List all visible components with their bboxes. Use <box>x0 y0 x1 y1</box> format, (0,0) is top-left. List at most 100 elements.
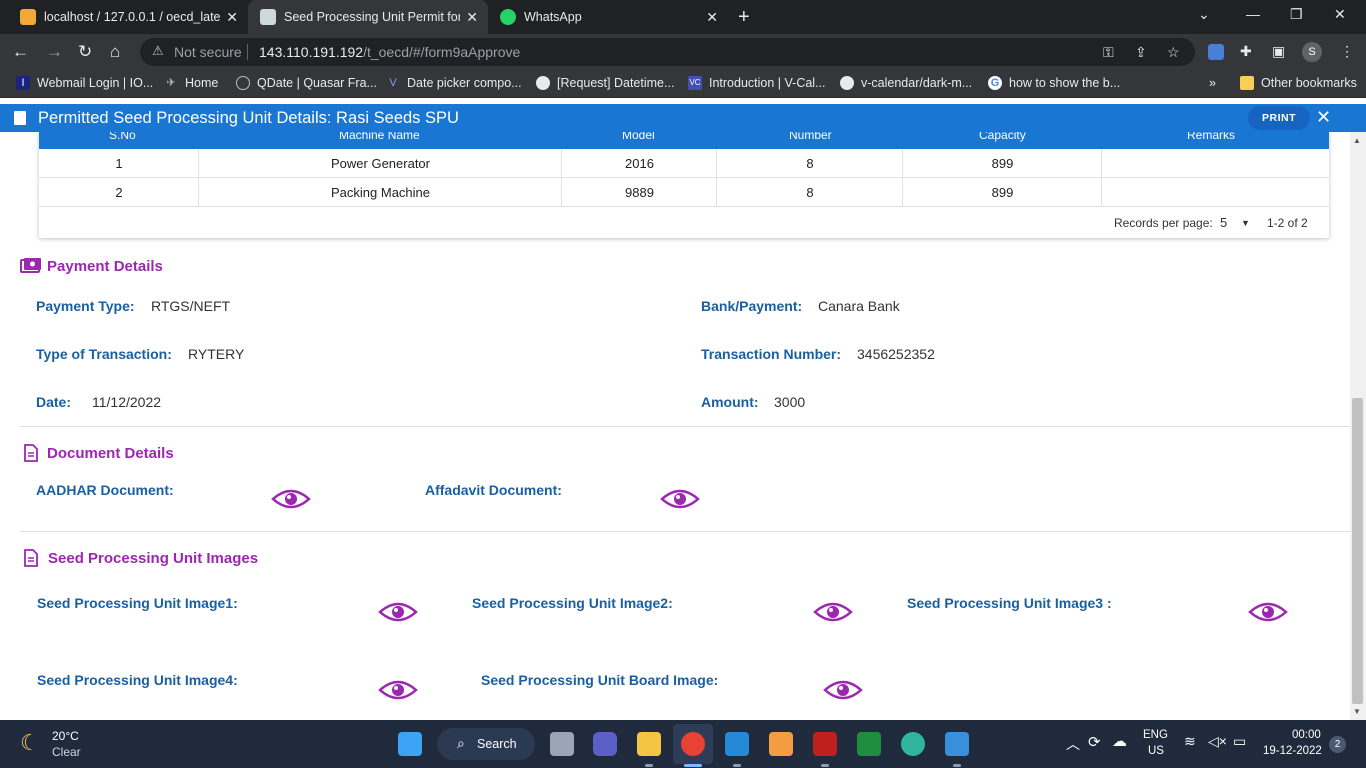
new-tab-icon[interactable]: + <box>738 6 750 29</box>
bookmark-google[interactable]: Ghow to show the b... <box>988 76 1120 90</box>
tab-search-chevron-icon[interactable]: ⌄ <box>1198 6 1210 23</box>
xampp-icon[interactable] <box>769 732 793 756</box>
close-dialog-button[interactable]: ✕ <box>1316 107 1331 128</box>
url-path: /t_oecd/#/form9aApprove <box>363 44 521 60</box>
warning-icon[interactable]: ⚠ <box>152 43 164 59</box>
tab-phpmyadmin[interactable]: localhost / 127.0.0.1 / oecd_latest ✕ <box>8 0 248 34</box>
taskbar-search[interactable]: ⌕ Search <box>437 728 535 760</box>
clock-time[interactable]: 00:00 <box>1292 729 1321 741</box>
moon-weather-icon[interactable]: ☾ <box>20 730 40 756</box>
close-tab-icon[interactable]: ✕ <box>706 9 718 26</box>
bookmark-other[interactable]: Other bookmarks <box>1240 76 1357 90</box>
bookmark-vcalendar-dark[interactable]: v-calendar/dark-m... <box>840 76 972 90</box>
minimize-icon[interactable]: — <box>1246 6 1260 22</box>
search-label: Search <box>477 737 517 751</box>
divider <box>247 44 248 60</box>
wifi-icon[interactable]: ≋ <box>1184 733 1196 750</box>
column-header-sno[interactable]: S.No <box>109 132 136 142</box>
task-view-icon[interactable] <box>550 732 574 756</box>
column-header-machine-name[interactable]: Machine Name <box>339 132 420 142</box>
windows-start-icon[interactable] <box>398 732 422 756</box>
bookmark-vcalendar[interactable]: VC Introduction | V-Cal... <box>688 76 826 90</box>
scroll-up-icon[interactable]: ▲ <box>1353 136 1361 145</box>
teams-icon[interactable] <box>593 732 617 756</box>
weather-status[interactable]: Clear <box>52 745 81 759</box>
back-icon[interactable]: ← <box>12 42 29 62</box>
bookmarks-overflow[interactable]: » <box>1209 76 1216 90</box>
window-close-icon[interactable]: ✕ <box>1334 6 1346 23</box>
bookmark-request[interactable]: [Request] Datetime... <box>536 76 674 90</box>
view-aadhar-eye-icon[interactable] <box>271 487 311 511</box>
extensions-icon[interactable]: ✚ <box>1240 43 1252 60</box>
translate-icon[interactable] <box>1208 44 1224 60</box>
tab-title: WhatsApp <box>524 10 582 24</box>
aadhar-document-label: AADHAR Document: <box>36 482 174 498</box>
machine-table: S.No Machine Name Model Number Capacity … <box>39 132 1329 238</box>
bookmark-home[interactable]: ✈ Home <box>164 76 218 90</box>
sync-icon[interactable]: ⟳ <box>1088 733 1101 751</box>
reload-icon[interactable]: ↻ <box>78 42 92 62</box>
bookmark-webmail[interactable]: I Webmail Login | IO... <box>16 76 153 90</box>
tray-chevron-icon[interactable]: ︿ <box>1066 734 1080 754</box>
bookmark-label: v-calendar/dark-m... <box>861 76 973 90</box>
clock-date[interactable]: 19-12-2022 <box>1263 745 1322 757</box>
restore-icon[interactable]: ❐ <box>1290 6 1303 23</box>
divider <box>20 531 1350 532</box>
column-header-number[interactable]: Number <box>789 132 832 142</box>
close-tab-icon[interactable]: ✕ <box>466 9 478 26</box>
column-header-remarks[interactable]: Remarks <box>1187 132 1235 142</box>
profile-avatar[interactable]: S <box>1302 42 1322 62</box>
url-text[interactable]: 143.110.191.192/t_oecd/#/form9aApprove <box>259 44 520 60</box>
print-button[interactable]: PRINT <box>1248 106 1310 130</box>
security-label[interactable]: Not secure <box>174 44 242 60</box>
view-image1-eye-icon[interactable] <box>378 600 418 624</box>
home-icon[interactable]: ⌂ <box>110 42 120 62</box>
battery-icon[interactable]: ▭ <box>1233 733 1246 750</box>
bookmark-qdate[interactable]: QDate | Quasar Fra... <box>236 76 377 90</box>
records-per-page-label: Records per page: <box>1114 216 1213 230</box>
browser-tab-strip: localhost / 127.0.0.1 / oecd_latest ✕ Se… <box>0 0 1366 34</box>
table-header: S.No Machine Name Model Number Capacity … <box>39 132 1329 149</box>
bookmark-label: Other bookmarks <box>1261 76 1357 90</box>
share-icon[interactable]: ⇪ <box>1135 44 1147 61</box>
column-divider <box>198 149 199 207</box>
column-header-capacity[interactable]: Capacity <box>979 132 1026 142</box>
bookmark-datepicker[interactable]: V Date picker compo... <box>386 76 521 90</box>
weather-temp[interactable]: 20°C <box>52 729 79 743</box>
dropdown-arrow-icon[interactable]: ▼ <box>1241 218 1250 228</box>
excel-sheet-icon[interactable] <box>857 732 881 756</box>
region-indicator[interactable]: US <box>1148 745 1164 757</box>
active-indicator <box>684 764 702 767</box>
language-indicator[interactable]: ENG <box>1143 729 1168 741</box>
view-image2-eye-icon[interactable] <box>813 600 853 624</box>
column-header-model[interactable]: Model <box>622 132 655 142</box>
onedrive-cloud-icon[interactable]: ☁ <box>1112 732 1127 750</box>
sidebar-icon[interactable]: ▣ <box>1272 43 1285 60</box>
key-icon[interactable]: ⚿ <box>1103 44 1114 61</box>
volume-muted-icon[interactable]: ◁× <box>1208 733 1227 750</box>
bookmark-star-icon[interactable]: ☆ <box>1167 44 1180 61</box>
address-bar[interactable]: ⚠ Not secure 143.110.191.192/t_oecd/#/fo… <box>140 38 1195 66</box>
view-board-image-eye-icon[interactable] <box>823 678 863 702</box>
filezilla-icon[interactable] <box>813 732 837 756</box>
view-affadavit-eye-icon[interactable] <box>660 487 700 511</box>
records-per-page-select[interactable]: 5 <box>1220 215 1227 230</box>
scroll-down-icon[interactable]: ▼ <box>1353 707 1361 716</box>
view-image3-eye-icon[interactable] <box>1248 600 1288 624</box>
tab-seed-processing[interactable]: Seed Processing Unit Permit for Pr ✕ <box>248 0 488 34</box>
menu-kebab-icon[interactable]: ⋮ <box>1340 43 1354 60</box>
file-explorer-icon[interactable] <box>637 732 661 756</box>
scrollbar-thumb[interactable] <box>1352 398 1363 704</box>
cell-number: 8 <box>806 156 814 171</box>
close-tab-icon[interactable]: ✕ <box>226 9 238 26</box>
pagination-range: 1-2 of 2 <box>1267 216 1308 230</box>
view-image4-eye-icon[interactable] <box>378 678 418 702</box>
forward-icon[interactable]: → <box>46 42 63 62</box>
edge-icon[interactable] <box>901 732 925 756</box>
vscode-icon[interactable] <box>725 732 749 756</box>
vcalendar-icon: VC <box>688 76 702 90</box>
photos-icon[interactable] <box>945 732 969 756</box>
github-icon <box>536 76 550 90</box>
tab-whatsapp[interactable]: WhatsApp ✕ <box>488 0 728 34</box>
notification-badge[interactable]: 2 <box>1329 736 1346 753</box>
